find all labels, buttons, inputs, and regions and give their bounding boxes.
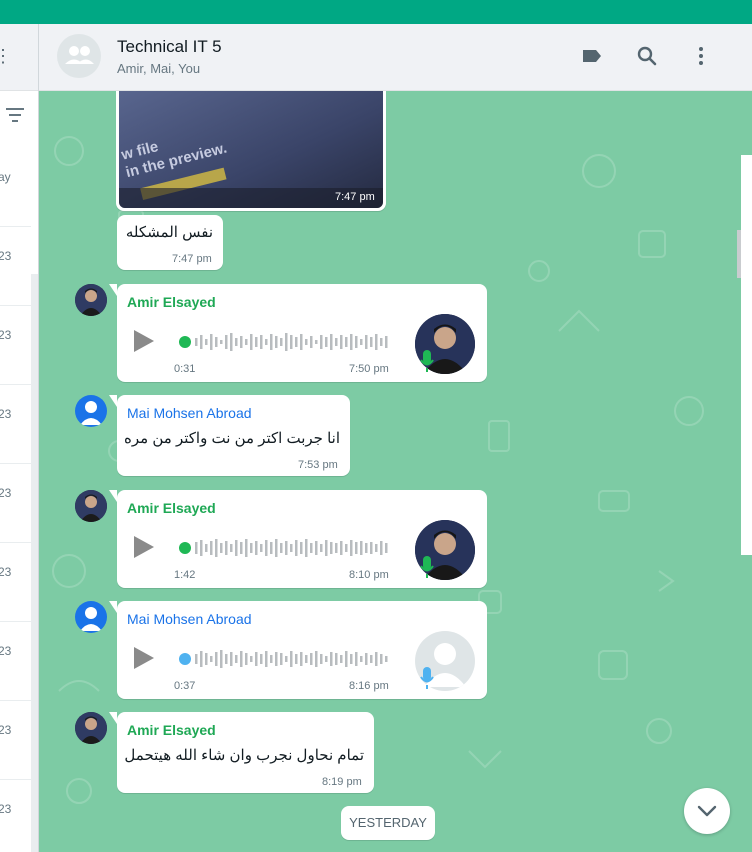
chat-list-item[interactable]: 23 bbox=[0, 543, 31, 622]
voice-progress-dot[interactable] bbox=[179, 653, 191, 665]
group-avatar[interactable] bbox=[57, 34, 101, 78]
menu-icon[interactable]: ⋮ bbox=[0, 46, 12, 67]
chat-title[interactable]: Technical IT 5 bbox=[117, 37, 222, 57]
mic-icon bbox=[420, 667, 434, 689]
mic-icon bbox=[420, 556, 434, 578]
message-text: انا جربت اكتر من نت واكتر من مره bbox=[124, 430, 340, 447]
bubble-tail bbox=[109, 601, 117, 613]
play-icon[interactable] bbox=[134, 536, 154, 558]
voice-progress-dot[interactable] bbox=[179, 336, 191, 348]
voice-waveform[interactable] bbox=[193, 330, 389, 354]
avatar-photo bbox=[75, 490, 107, 522]
chat-list-item[interactable]: 23 bbox=[0, 385, 31, 464]
chat-list-item-date: ay bbox=[0, 170, 11, 184]
message-time: 7:50 pm bbox=[349, 363, 389, 375]
filter-icon[interactable] bbox=[6, 108, 24, 122]
avatar-photo bbox=[75, 712, 107, 744]
play-icon[interactable] bbox=[134, 647, 154, 669]
bubble-tail bbox=[109, 395, 117, 407]
chat-list-scrollbar[interactable] bbox=[31, 274, 38, 852]
right-panel-edge bbox=[737, 155, 752, 555]
bubble-tail bbox=[109, 712, 117, 724]
label-icon[interactable] bbox=[580, 44, 604, 68]
message-time: 7:47 pm bbox=[335, 191, 375, 203]
message-text: تمام نحاول نجرب وان شاء الله هيتحمل bbox=[124, 747, 364, 764]
voice-waveform[interactable] bbox=[193, 647, 389, 671]
message-time: 8:16 pm bbox=[349, 680, 389, 692]
voice-message[interactable]: Amir Elsayed 1:42 8:10 pm bbox=[109, 490, 487, 588]
sender-name[interactable]: Mai Mohsen Abroad bbox=[127, 611, 252, 627]
chat-list-item-date: 23 bbox=[0, 486, 12, 500]
voice-duration: 0:37 bbox=[174, 680, 196, 692]
chat-list-item[interactable]: 23 bbox=[0, 780, 31, 852]
message-time: 8:10 pm bbox=[349, 569, 389, 581]
chat-list-item-date: 23 bbox=[0, 565, 12, 579]
chat-list-header: ⋮ bbox=[0, 24, 38, 91]
chat-list-item-date: 23 bbox=[0, 802, 12, 816]
message-time: 7:53 pm bbox=[298, 459, 338, 471]
voice-duration: 0:31 bbox=[174, 363, 196, 375]
mic-icon bbox=[420, 350, 434, 372]
chat-list-item-date: 23 bbox=[0, 407, 12, 421]
chat-list-item-date: 23 bbox=[0, 723, 12, 737]
sender-avatar[interactable] bbox=[75, 395, 107, 427]
chat-list-item[interactable]: ay bbox=[0, 146, 31, 227]
chat-header[interactable]: Technical IT 5 Amir, Mai, You bbox=[39, 24, 752, 91]
sender-name[interactable]: Amir Elsayed bbox=[127, 722, 216, 738]
play-icon[interactable] bbox=[134, 330, 154, 352]
chat-list-pane: ⋮ ay 23 23 23 23 23 23 23 23 bbox=[0, 24, 39, 852]
chat-list-item-date: 23 bbox=[0, 644, 12, 658]
user-icon bbox=[80, 401, 102, 425]
chevron-down-icon bbox=[697, 805, 717, 817]
bubble-tail bbox=[109, 284, 117, 296]
chat-list-item[interactable]: 23 bbox=[0, 701, 31, 780]
resize-handle[interactable] bbox=[737, 230, 741, 278]
text-message[interactable]: Amir Elsayed تمام نحاول نجرب وان شاء الل… bbox=[109, 712, 374, 793]
text-message[interactable]: نفس المشكله 7:47 pm bbox=[117, 215, 223, 270]
chat-list-item[interactable]: 23 bbox=[0, 306, 31, 385]
chat-participants: Amir, Mai, You bbox=[117, 61, 201, 76]
sender-avatar[interactable] bbox=[75, 601, 107, 633]
text-message[interactable]: Mai Mohsen Abroad انا جربت اكتر من نت وا… bbox=[109, 395, 350, 476]
chat-list-item-date: 23 bbox=[0, 249, 12, 263]
chat-list-item-date: 23 bbox=[0, 328, 12, 342]
sender-avatar[interactable] bbox=[75, 284, 107, 316]
sender-name[interactable]: Mai Mohsen Abroad bbox=[127, 405, 252, 421]
voice-waveform[interactable] bbox=[193, 536, 389, 560]
sender-avatar[interactable] bbox=[75, 490, 107, 522]
group-icon bbox=[65, 46, 94, 64]
voice-message[interactable]: Amir Elsayed 0:31 7:50 pm bbox=[109, 284, 487, 382]
sender-avatar[interactable] bbox=[75, 712, 107, 744]
chat-list-item[interactable]: 23 bbox=[0, 464, 31, 543]
voice-progress-dot[interactable] bbox=[179, 542, 191, 554]
conversation-panel[interactable]: w file in the preview. 7:47 pm نفس المشك… bbox=[39, 91, 752, 852]
message-time: 8:19 pm bbox=[322, 776, 362, 788]
image-message[interactable]: w file in the preview. 7:47 pm bbox=[116, 91, 386, 211]
app-top-bar bbox=[0, 0, 752, 24]
menu-icon[interactable] bbox=[689, 44, 713, 68]
bubble-tail bbox=[109, 490, 117, 502]
message-time: 7:47 pm bbox=[172, 253, 212, 265]
message-text: نفس المشكله bbox=[125, 224, 213, 241]
scroll-to-bottom-button[interactable] bbox=[684, 788, 730, 834]
user-icon bbox=[80, 607, 102, 631]
sender-name[interactable]: Amir Elsayed bbox=[127, 294, 216, 310]
voice-duration: 1:42 bbox=[174, 569, 196, 581]
chat-list-item[interactable]: 23 bbox=[0, 622, 31, 701]
sender-name[interactable]: Amir Elsayed bbox=[127, 500, 216, 516]
chat-list-item[interactable]: 23 bbox=[0, 227, 31, 306]
date-divider: YESTERDAY bbox=[341, 806, 435, 840]
avatar-photo bbox=[75, 284, 107, 316]
voice-message[interactable]: Mai Mohsen Abroad 0:37 8:16 pm bbox=[109, 601, 487, 699]
search-icon[interactable] bbox=[635, 44, 659, 68]
